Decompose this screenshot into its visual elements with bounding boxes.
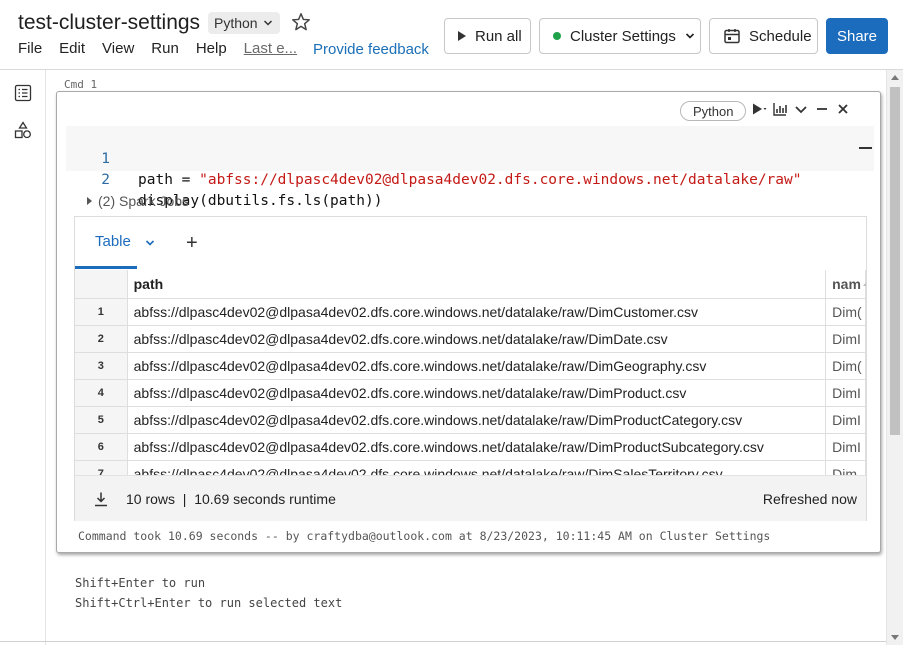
- row-index: 7: [75, 460, 128, 475]
- row-index: 3: [75, 352, 128, 380]
- language-label: Python: [214, 15, 258, 31]
- name-cell[interactable]: Dim(: [825, 298, 866, 326]
- command-took-text: Command took 10.69 seconds -- by craftyd…: [78, 529, 771, 543]
- cluster-settings-button[interactable]: Cluster Settings: [539, 18, 701, 54]
- sort-icon[interactable]: [862, 279, 866, 286]
- result-tabs: Table +: [75, 217, 866, 269]
- row-index: 4: [75, 379, 128, 407]
- tab-table[interactable]: Table: [75, 217, 137, 269]
- schedule-label: Schedule: [749, 27, 812, 45]
- refreshed-status: Refreshed now: [762, 491, 857, 507]
- column-header-name[interactable]: nam: [825, 270, 866, 299]
- menu-edit[interactable]: Edit: [59, 40, 85, 57]
- menu-bar: File Edit View Run Help Last e...: [18, 40, 314, 57]
- table-row[interactable]: 1 abfss://dlpasc4dev02@dlpasa4dev02.dfs.c…: [75, 298, 866, 326]
- cluster-label: Cluster Settings: [570, 27, 676, 45]
- name-cell[interactable]: Dim(: [825, 352, 866, 380]
- notebook-title[interactable]: test-cluster-settings: [18, 11, 200, 35]
- table-row[interactable]: 4 abfss://dlpasc4dev02@dlpasa4dev02.dfs.c…: [75, 379, 866, 407]
- run-hints: Shift+Enter to run Shift+Ctrl+Enter to r…: [75, 573, 342, 613]
- run-all-label: Run all: [475, 27, 522, 45]
- line-number: 2: [101, 172, 110, 188]
- share-button[interactable]: Share: [826, 18, 888, 54]
- path-cell[interactable]: abfss://dlpasc4dev02@dlpasa4dev02.dfs.co…: [127, 298, 827, 326]
- name-cell[interactable]: DimI: [825, 406, 866, 434]
- row-index-header: [75, 270, 128, 299]
- result-footer: 10 rows | 10.69 seconds runtime Refreshe…: [75, 475, 866, 521]
- table-row[interactable]: 7 abfss://dlpasc4dev02@dlpasa4dev02.dfs.c…: [75, 460, 866, 475]
- spark-jobs-label: (2) Spark Jobs: [98, 193, 190, 209]
- minus-icon[interactable]: [814, 101, 830, 117]
- name-cell[interactable]: DimI: [825, 433, 866, 461]
- row-index: 6: [75, 433, 128, 461]
- name-cell[interactable]: DimI: [825, 325, 866, 353]
- cmd-label: Cmd 1: [64, 78, 98, 91]
- spark-jobs-toggle[interactable]: (2) Spark Jobs: [87, 193, 189, 209]
- bottom-divider: [0, 641, 886, 642]
- name-cell[interactable]: Dim: [825, 460, 866, 475]
- row-index: 2: [75, 325, 128, 353]
- code-overview-marker: [859, 147, 872, 149]
- path-cell[interactable]: abfss://dlpasc4dev02@dlpasa4dev02.dfs.co…: [127, 433, 827, 461]
- table-header-row: path nam: [75, 270, 866, 299]
- calendar-icon: [724, 29, 740, 44]
- scroll-down-arrow[interactable]: [891, 635, 899, 640]
- run-cell-icon[interactable]: [751, 101, 767, 117]
- scroll-up-arrow[interactable]: [891, 75, 899, 80]
- notebook-header: test-cluster-settings Python File Edit V…: [0, 0, 903, 70]
- cluster-status-dot: [553, 32, 561, 40]
- hint-run: Shift+Enter to run: [75, 576, 206, 590]
- menu-help[interactable]: Help: [196, 40, 227, 57]
- run-all-button[interactable]: Run all: [444, 18, 531, 54]
- table-row[interactable]: 5 abfss://dlpasc4dev02@dlpasa4dev02.dfs.c…: [75, 406, 866, 434]
- path-cell[interactable]: abfss://dlpasc4dev02@dlpasa4dev02.dfs.co…: [127, 406, 827, 434]
- download-icon[interactable]: [93, 491, 109, 507]
- table-row[interactable]: 2 abfss://dlpasc4dev02@dlpasa4dev02.dfs.c…: [75, 325, 866, 353]
- close-icon[interactable]: [835, 101, 851, 117]
- chevron-down-icon[interactable]: [793, 101, 809, 117]
- cell-language-badge[interactable]: Python: [680, 101, 747, 121]
- schedule-button[interactable]: Schedule: [709, 18, 818, 54]
- vertical-scrollbar[interactable]: [886, 70, 903, 645]
- path-cell[interactable]: abfss://dlpasc4dev02@dlpasa4dev02.dfs.co…: [127, 460, 827, 475]
- chevron-down-icon: [685, 33, 694, 39]
- star-icon[interactable]: [290, 11, 312, 33]
- add-visualization-button[interactable]: +: [186, 233, 198, 253]
- language-selector[interactable]: Python: [208, 12, 280, 34]
- name-cell[interactable]: DimI: [825, 379, 866, 407]
- chevron-down-icon[interactable]: [145, 239, 155, 247]
- shapes-icon[interactable]: [14, 121, 32, 139]
- table-row[interactable]: 6 abfss://dlpasc4dev02@dlpasa4dev02.dfs.c…: [75, 433, 866, 461]
- notebook-cell[interactable]: Python 1 path = "abfss://dlpasc4dev02@dl…: [56, 91, 881, 553]
- play-icon: [458, 31, 466, 41]
- menu-run[interactable]: Run: [151, 40, 179, 57]
- rows-summary: 10 rows | 10.69 seconds runtime: [126, 491, 336, 507]
- result-panel: Table + path nam 1 abfss://dlpasc4dev02@d…: [74, 216, 867, 521]
- code-editor[interactable]: 1 path = "abfss://dlpasc4dev02@dlpasa4de…: [66, 126, 874, 209]
- code-line: 1 path = "abfss://dlpasc4dev02@dlpasa4de…: [66, 128, 801, 188]
- hint-run-selected: Shift+Ctrl+Enter to run selected text: [75, 596, 343, 610]
- last-edit-link[interactable]: Last e...: [244, 40, 297, 57]
- chart-icon[interactable]: [772, 101, 788, 117]
- menu-view[interactable]: View: [102, 40, 134, 57]
- row-index: 5: [75, 406, 128, 434]
- cell-toolbar: [751, 101, 851, 117]
- path-cell[interactable]: abfss://dlpasc4dev02@dlpasa4dev02.dfs.co…: [127, 352, 827, 380]
- scrollbar-thumb[interactable]: [890, 87, 900, 435]
- left-rail: [0, 70, 46, 645]
- expand-triangle-icon: [87, 197, 92, 205]
- provide-feedback-link[interactable]: Provide feedback: [313, 41, 429, 58]
- path-cell[interactable]: abfss://dlpasc4dev02@dlpasa4dev02.dfs.co…: [127, 379, 827, 407]
- menu-file[interactable]: File: [18, 40, 42, 57]
- column-header-path[interactable]: path: [127, 270, 866, 299]
- row-index: 1: [75, 298, 128, 326]
- code-line: 2 display(dbutils.fs.ls(path)): [66, 149, 382, 209]
- table-of-contents-icon[interactable]: [14, 84, 32, 102]
- path-cell[interactable]: abfss://dlpasc4dev02@dlpasa4dev02.dfs.co…: [127, 325, 827, 353]
- chevron-down-icon: [263, 20, 272, 26]
- result-table: path nam 1 abfss://dlpasc4dev02@dlpasa4de…: [75, 270, 866, 475]
- table-row[interactable]: 3 abfss://dlpasc4dev02@dlpasa4dev02.dfs.c…: [75, 352, 866, 380]
- code-token: path =: [138, 172, 200, 188]
- code-string: "abfss://dlpasc4dev02@dlpasa4dev02.dfs.c…: [199, 172, 802, 188]
